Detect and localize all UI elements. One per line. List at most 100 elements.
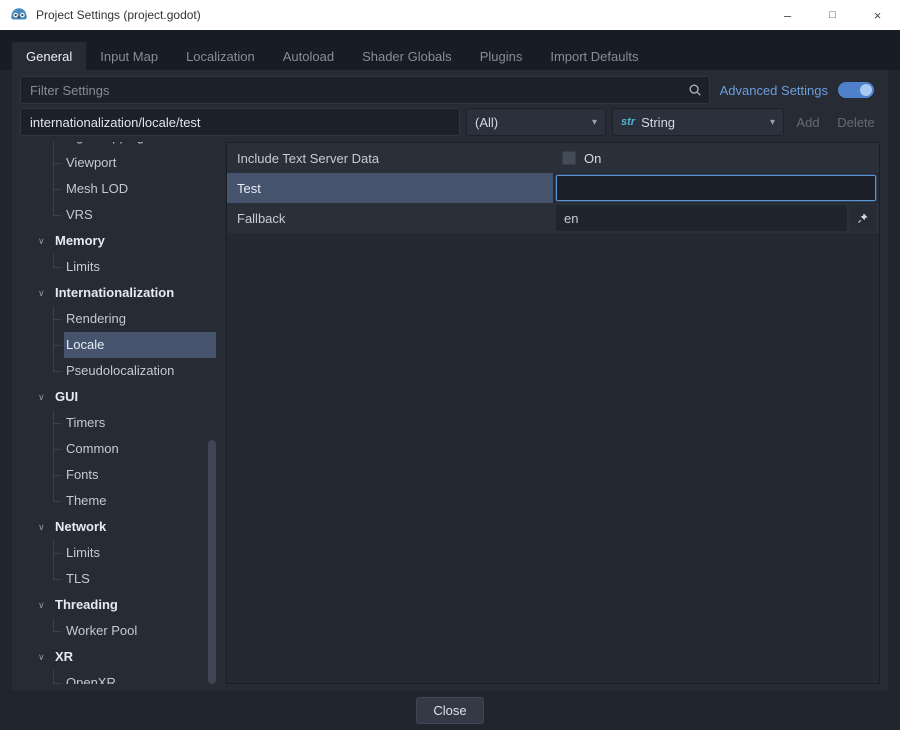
property-row-test[interactable]: Test	[227, 173, 879, 203]
tree-item-mesh-lod[interactable]: Mesh LOD	[20, 176, 216, 202]
tree-guide-line	[20, 332, 64, 358]
tree-item-vrs[interactable]: VRS	[20, 202, 216, 228]
maximize-button[interactable]: □	[810, 0, 855, 30]
tree-item-pseudolocalization[interactable]: Pseudolocalization	[20, 358, 216, 384]
tab-shader-globals[interactable]: Shader Globals	[348, 42, 466, 70]
fallback-value-field[interactable]: en	[556, 205, 847, 231]
advanced-settings-toggle[interactable]	[838, 82, 874, 98]
tree-item-rendering[interactable]: Rendering	[20, 306, 216, 332]
pin-icon	[857, 212, 869, 224]
pin-property-button[interactable]	[850, 205, 876, 231]
tab-localization[interactable]: Localization	[172, 42, 269, 70]
tree-guide-line	[20, 540, 64, 566]
tree-group: OpenXR	[20, 670, 216, 684]
tree-section-threading[interactable]: ∨Threading	[20, 592, 216, 618]
delete-button[interactable]: Delete	[832, 115, 880, 130]
property-path-input[interactable]	[20, 108, 460, 136]
tree-section-label: GUI	[53, 384, 216, 410]
type-dropdown[interactable]: str String ▾	[612, 108, 784, 136]
tree-item-label: Fonts	[64, 462, 216, 488]
tree-item-openxr[interactable]: OpenXR	[20, 670, 216, 684]
tree-item-common[interactable]: Common	[20, 436, 216, 462]
dialog-footer: Close	[0, 690, 900, 730]
tree-section-label: Memory	[53, 228, 216, 254]
tree-item-fonts[interactable]: Fonts	[20, 462, 216, 488]
tab-input-map[interactable]: Input Map	[86, 42, 172, 70]
tree-section-label: Threading	[53, 592, 216, 618]
tree-group: Lightmapping Viewport Mesh LOD VRS	[20, 142, 216, 228]
tree-item-limits[interactable]: Limits	[20, 254, 216, 280]
general-tab-panel: Advanced Settings (All) ▾ str String ▾ A…	[12, 70, 888, 690]
property-value-cell: On	[553, 143, 879, 173]
property-row-include-text-server-data[interactable]: Include Text Server Data On	[227, 143, 879, 173]
tree-group: Limits TLS	[20, 540, 216, 592]
toggle-knob	[860, 84, 872, 96]
tree-section-network[interactable]: ∨ Network	[20, 514, 216, 540]
tree-section-label: Network	[53, 514, 216, 540]
tree-guide-line	[20, 488, 64, 514]
tab-plugins[interactable]: Plugins	[466, 42, 537, 70]
tree-item-viewport[interactable]: Viewport	[20, 150, 216, 176]
tree-section-gui[interactable]: ∨GUI	[20, 384, 216, 410]
string-type-icon: str	[621, 116, 635, 128]
filter-row: Advanced Settings	[20, 76, 880, 104]
tree-item-label: Timers	[64, 410, 216, 436]
tree-item-label: OpenXR	[64, 670, 216, 684]
tree-item-lightmapping[interactable]: Lightmapping	[20, 142, 216, 150]
tree-item-network-limits[interactable]: Limits	[20, 540, 216, 566]
tree-item-timers[interactable]: Timers	[20, 410, 216, 436]
tree-group: Timers Common Fonts Theme	[20, 410, 216, 514]
tree-guide-line	[20, 254, 64, 280]
window-titlebar[interactable]: Project Settings (project.godot) – □ ×	[0, 0, 900, 30]
close-button[interactable]: Close	[416, 697, 483, 724]
tree-item-label: Viewport	[64, 150, 216, 176]
tree-guide-line	[20, 202, 64, 228]
tree-item-label: Lightmapping	[64, 142, 216, 150]
tree-scrollbar[interactable]	[208, 142, 216, 684]
property-value-cell	[553, 173, 879, 203]
tree-group: Worker Pool	[20, 618, 216, 644]
include-text-server-data-checkbox[interactable]	[562, 151, 576, 165]
tree-section-memory[interactable]: ∨ Memory	[20, 228, 216, 254]
filter-settings-input[interactable]	[20, 76, 710, 104]
close-window-button[interactable]: ×	[855, 0, 900, 30]
collapse-arrow-icon: ∨	[38, 288, 49, 299]
feature-filter-value: (All)	[475, 115, 498, 130]
tree-item-label: Mesh LOD	[64, 176, 216, 202]
tree-item-locale[interactable]: Locale	[20, 332, 216, 358]
property-row-fallback[interactable]: Fallback en	[227, 203, 879, 233]
tree-guide-line	[20, 306, 64, 332]
window-title: Project Settings (project.godot)	[36, 8, 765, 22]
property-value-cell: en	[553, 203, 879, 233]
collapse-arrow-icon: ∨	[38, 236, 49, 247]
tree-section-internationalization[interactable]: ∨Internationalization	[20, 280, 216, 306]
feature-filter-dropdown[interactable]: (All) ▾	[466, 108, 606, 136]
settings-tree: Lightmapping Viewport Mesh LOD VRS ∨ Memo…	[20, 142, 216, 684]
add-property-row: (All) ▾ str String ▾ Add Delete	[20, 108, 880, 136]
tree-item-label: Rendering	[64, 306, 216, 332]
minimize-button[interactable]: –	[765, 0, 810, 30]
add-button[interactable]: Add	[790, 115, 826, 130]
tree-guide-line	[20, 670, 64, 684]
tree-guide-line	[20, 618, 64, 644]
tree-guide-line	[20, 142, 64, 150]
properties-pane: Include Text Server Data On Test Fallbac…	[226, 142, 880, 684]
collapse-arrow-icon: ∨	[38, 652, 49, 663]
tree-guide-line	[20, 566, 64, 592]
tree-item-label: Theme	[64, 488, 216, 514]
test-value-input[interactable]	[556, 175, 876, 201]
tree-guide-line	[20, 410, 64, 436]
tree-item-theme[interactable]: Theme	[20, 488, 216, 514]
chevron-down-icon: ▾	[770, 117, 775, 128]
tree-section-xr[interactable]: ∨XR	[20, 644, 216, 670]
tree-item-tls[interactable]: TLS	[20, 566, 216, 592]
tab-import-defaults[interactable]: Import Defaults	[536, 42, 652, 70]
tab-general[interactable]: General	[12, 42, 86, 70]
collapse-arrow-icon: ∨	[38, 522, 49, 533]
tree-item-worker-pool[interactable]: Worker Pool	[20, 618, 216, 644]
tab-autoload[interactable]: Autoload	[269, 42, 348, 70]
tree-guide-line	[20, 176, 64, 202]
tree-scrollbar-thumb[interactable]	[208, 440, 216, 684]
property-label: Fallback	[227, 203, 553, 233]
chevron-down-icon: ▾	[592, 117, 597, 128]
